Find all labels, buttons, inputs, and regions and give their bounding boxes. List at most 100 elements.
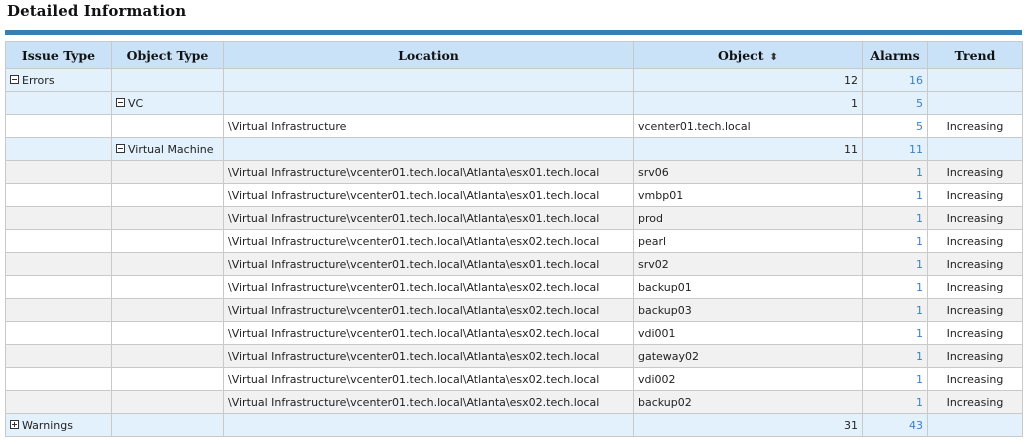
object-cell: vmbp01 [633, 183, 863, 207]
empty-cell [111, 114, 224, 138]
table-row[interactable]: \Virtual Infrastructure\vcenter01.tech.l… [5, 344, 1023, 368]
location-cell: \Virtual Infrastructure\vcenter01.tech.l… [223, 206, 634, 230]
empty-cell [223, 68, 634, 92]
object-cell: srv02 [633, 252, 863, 276]
empty-cell [5, 344, 112, 368]
object-cell: prod [633, 206, 863, 230]
alarms-link[interactable]: 1 [862, 321, 928, 345]
table-row[interactable]: \Virtual Infrastructure\vcenter01.tech.l… [5, 206, 1023, 230]
column-header-alarms[interactable]: Alarms [862, 41, 928, 69]
collapse-minus-icon[interactable] [116, 98, 125, 107]
trend-cell: Increasing [927, 114, 1023, 138]
errors-alarms-link[interactable]: 16 [862, 68, 928, 92]
table-row[interactable]: \Virtual Infrastructure\vcenter01.tech.l… [5, 321, 1023, 345]
object-cell: srv06 [633, 160, 863, 184]
object-type-cell: Virtual Machine [111, 137, 224, 161]
table-row[interactable]: \Virtual Infrastructure\vcenter01.tech.l… [5, 183, 1023, 207]
empty-cell [111, 390, 224, 414]
trend-cell: Increasing [927, 344, 1023, 368]
empty-cell [111, 298, 224, 322]
empty-cell [223, 413, 634, 437]
alarms-link[interactable]: 1 [862, 160, 928, 184]
alarms-link[interactable]: 1 [862, 367, 928, 391]
column-header-trend[interactable]: Trend [927, 41, 1023, 69]
empty-cell [5, 252, 112, 276]
location-cell: \Virtual Infrastructure [223, 114, 634, 138]
sort-up-down-icon[interactable]: ⬍ [770, 52, 778, 63]
table-row[interactable]: \Virtual Infrastructure\vcenter01.tech.l… [5, 252, 1023, 276]
trend-cell: Increasing [927, 229, 1023, 253]
empty-cell [5, 321, 112, 345]
empty-cell [5, 114, 112, 138]
warnings-count: 31 [633, 413, 863, 437]
column-header-object-type[interactable]: Object Type [111, 41, 224, 69]
empty-cell [927, 68, 1023, 92]
location-cell: \Virtual Infrastructure\vcenter01.tech.l… [223, 390, 634, 414]
issue-type-cell: Warnings [5, 413, 112, 437]
alarms-link[interactable]: 1 [862, 275, 928, 299]
empty-cell [5, 91, 112, 115]
warnings-alarms-link[interactable]: 43 [862, 413, 928, 437]
location-cell: \Virtual Infrastructure\vcenter01.tech.l… [223, 367, 634, 391]
object-type-cell: VC [111, 91, 224, 115]
alarms-link[interactable]: 1 [862, 390, 928, 414]
alarms-link[interactable]: 1 [862, 183, 928, 207]
table-row[interactable]: \Virtual Infrastructure vcenter01.tech.l… [5, 114, 1023, 138]
vm-alarms-link[interactable]: 11 [862, 137, 928, 161]
group-label-errors: Errors [22, 73, 55, 87]
empty-cell [5, 183, 112, 207]
trend-cell: Increasing [927, 390, 1023, 414]
vm-count: 11 [633, 137, 863, 161]
location-cell: \Virtual Infrastructure\vcenter01.tech.l… [223, 160, 634, 184]
alarms-link[interactable]: 1 [862, 206, 928, 230]
empty-cell [111, 344, 224, 368]
empty-cell [223, 91, 634, 115]
location-cell: \Virtual Infrastructure\vcenter01.tech.l… [223, 275, 634, 299]
empty-cell [111, 252, 224, 276]
collapse-minus-icon[interactable] [10, 75, 19, 84]
table-row[interactable]: \Virtual Infrastructure\vcenter01.tech.l… [5, 390, 1023, 414]
object-cell: backup02 [633, 390, 863, 414]
expand-plus-icon[interactable] [10, 420, 19, 429]
location-cell: \Virtual Infrastructure\vcenter01.tech.l… [223, 229, 634, 253]
empty-cell [111, 413, 224, 437]
page-title: Detailed Information [7, 2, 187, 20]
alarms-link[interactable]: 1 [862, 252, 928, 276]
vc-alarms-link[interactable]: 5 [862, 91, 928, 115]
column-header-issue-type[interactable]: Issue Type [5, 41, 112, 69]
alarms-link[interactable]: 1 [862, 229, 928, 253]
alarms-link[interactable]: 1 [862, 298, 928, 322]
column-header-location[interactable]: Location [223, 41, 634, 69]
object-cell: gateway02 [633, 344, 863, 368]
object-cell: pearl [633, 229, 863, 253]
detailed-information-table: Issue Type Object Type Location Object ⬍ … [5, 41, 1023, 437]
group-row-warnings[interactable]: Warnings 31 43 [5, 413, 1023, 437]
table-row[interactable]: \Virtual Infrastructure\vcenter01.tech.l… [5, 298, 1023, 322]
errors-count: 12 [633, 68, 863, 92]
object-cell: vdi002 [633, 367, 863, 391]
table-row[interactable]: \Virtual Infrastructure\vcenter01.tech.l… [5, 229, 1023, 253]
table-row[interactable]: \Virtual Infrastructure\vcenter01.tech.l… [5, 160, 1023, 184]
group-row-vc[interactable]: VC 1 5 [5, 91, 1023, 115]
alarms-link[interactable]: 1 [862, 344, 928, 368]
table-row[interactable]: \Virtual Infrastructure\vcenter01.tech.l… [5, 275, 1023, 299]
trend-cell: Increasing [927, 183, 1023, 207]
group-row-errors[interactable]: Errors 12 16 [5, 68, 1023, 92]
empty-cell [111, 229, 224, 253]
issue-type-cell: Errors [5, 68, 112, 92]
alarms-link[interactable]: 5 [862, 114, 928, 138]
location-cell: \Virtual Infrastructure\vcenter01.tech.l… [223, 252, 634, 276]
location-cell: \Virtual Infrastructure\vcenter01.tech.l… [223, 321, 634, 345]
trend-cell: Increasing [927, 160, 1023, 184]
table-row[interactable]: \Virtual Infrastructure\vcenter01.tech.l… [5, 367, 1023, 391]
location-cell: \Virtual Infrastructure\vcenter01.tech.l… [223, 183, 634, 207]
object-cell: backup03 [633, 298, 863, 322]
collapse-minus-icon[interactable] [116, 144, 125, 153]
group-row-virtual-machine[interactable]: Virtual Machine 11 11 [5, 137, 1023, 161]
column-header-object[interactable]: Object ⬍ [633, 41, 863, 69]
empty-cell [223, 137, 634, 161]
empty-cell [111, 275, 224, 299]
group-label-virtual-machine: Virtual Machine [128, 142, 214, 156]
trend-cell: Increasing [927, 252, 1023, 276]
location-cell: \Virtual Infrastructure\vcenter01.tech.l… [223, 344, 634, 368]
